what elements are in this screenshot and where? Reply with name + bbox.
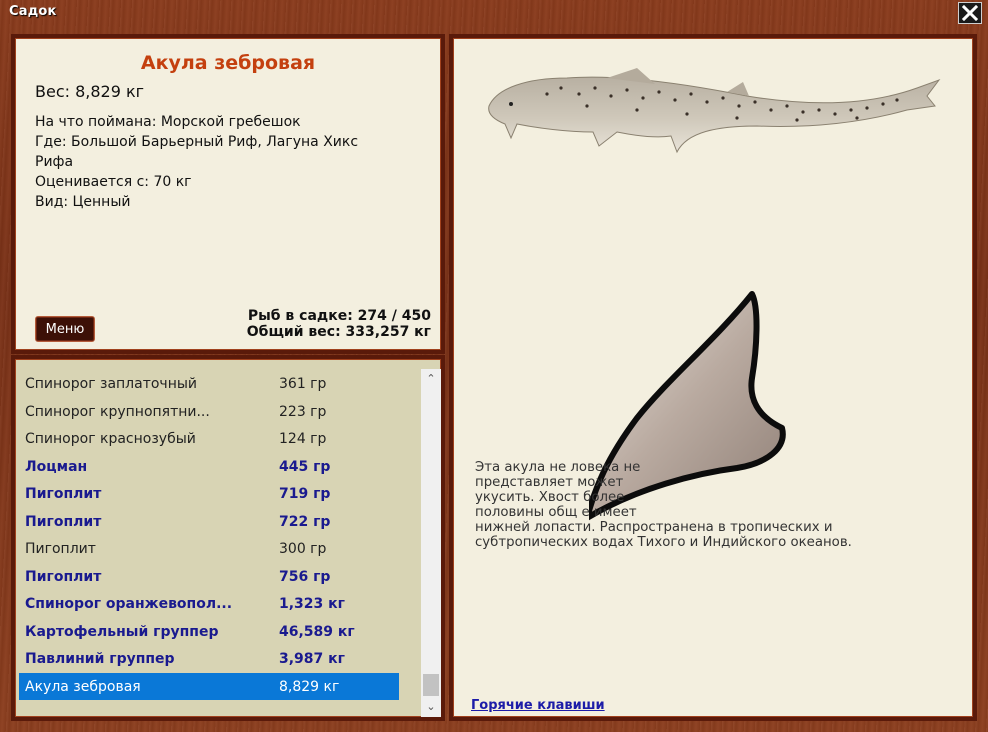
fish-weight-cell: 719 гр [279, 486, 331, 502]
description-line: Эта акула не ловека не [475, 460, 641, 475]
fish-weight: Вес: 8,829 кг [35, 82, 145, 101]
window-title: Садок [9, 4, 57, 19]
list-item[interactable]: Акула зебровая 8,829 кг [19, 672, 399, 700]
list-item[interactable]: Спинорог краснозубый 124 гр [19, 425, 399, 453]
fish-weight-cell: 3,987 кг [279, 651, 345, 667]
scrollbar-thumb[interactable] [423, 674, 439, 696]
scroll-up-button[interactable]: ⌃ [421, 369, 441, 389]
close-button[interactable] [958, 2, 982, 24]
bait-line: На что поймана: Морской гребешок [35, 114, 301, 130]
fish-description: Эта акула не ловека не представляет может… [475, 460, 943, 550]
fish-weight-cell: 722 гр [279, 513, 331, 530]
list-item[interactable]: Пигоплит 756 гр [19, 563, 399, 591]
valued-from-line: Оценивается с: 70 кг [35, 174, 192, 190]
list-item[interactable]: Спинорог крупнопятни... 223 гр [19, 398, 399, 426]
fish-name-cell: Пигоплит [25, 541, 96, 557]
fish-weight-cell: 756 гр [279, 568, 331, 585]
fish-name: Акула зебровая [140, 52, 316, 74]
description-line: половины общ е имеет [475, 505, 637, 520]
fish-name-cell: Спинорог заплаточный [25, 376, 198, 392]
list-item[interactable]: Пигоплит 722 гр [19, 508, 399, 536]
hotkeys-link[interactable]: Горячие клавиши [471, 698, 605, 713]
menu-button[interactable]: Меню [35, 316, 95, 342]
description-line: субтропических водах Тихого и Индийского… [475, 535, 852, 550]
fish-list: Спинорог заплаточный 361 гр Спинорог крупн… [19, 370, 399, 700]
description-line: представляет может [475, 475, 624, 490]
close-icon [962, 5, 978, 21]
fish-name-cell: Спинорог краснозубый [25, 431, 196, 447]
fish-name-cell: Спинорог оранжевопол... [25, 596, 233, 612]
list-item[interactable]: Павлиний группер 3,987 кг [19, 645, 399, 673]
total-weight: Общий вес: 333,257 кг [246, 324, 431, 340]
description-line: нижней лопасти. Распространена в тропиче… [475, 520, 833, 535]
fish-weight-cell: 223 гр [279, 403, 327, 420]
fish-count: Рыб в садке: 274 / 450 [247, 308, 431, 324]
location-line-cont: Рифа [35, 154, 74, 170]
keep-totals: Рыб в садке: 274 / 450 Общий вес: 333,25… [247, 308, 431, 340]
fish-properties: На что поймана: Морской гребешок Где: Бо… [35, 112, 415, 212]
fish-weight-cell: 445 гр [279, 458, 331, 475]
fish-weight-cell: 361 гр [279, 376, 327, 392]
fish-name-cell: Лоцман [25, 458, 88, 475]
description-line: укусить. Хвост более [475, 490, 625, 505]
chevron-down-icon: ⌄ [426, 700, 436, 713]
fish-detail-panel: Эта акула не ловека не представляет может… [449, 34, 977, 721]
fish-name-cell: Пигоплит [25, 568, 102, 585]
fish-name-cell: Картофельный группер [25, 623, 219, 640]
title-bar: Садок [0, 0, 988, 26]
list-item[interactable]: Спинорог оранжевопол... 1,323 кг [19, 590, 399, 618]
location-line: Где: Большой Барьерный Риф, Лагуна Хикс [35, 134, 359, 150]
list-scrollbar[interactable]: ⌃ ⌄ [421, 369, 441, 717]
fish-name-cell: Пигоплит [25, 513, 102, 530]
list-item[interactable]: Спинорог заплаточный 361 гр [19, 370, 399, 398]
fish-weight-cell: 46,589 кг [279, 623, 355, 640]
scroll-down-button[interactable]: ⌄ [421, 697, 441, 717]
fish-weight-cell: 1,323 кг [279, 596, 345, 612]
fish-weight-cell: 8,829 кг [279, 678, 340, 695]
fish-name-cell: Пигоплит [25, 486, 102, 502]
list-item[interactable]: Пигоплит 719 гр [19, 480, 399, 508]
fish-image [488, 68, 941, 154]
list-item[interactable]: Лоцман 445 гр [19, 453, 399, 481]
fish-weight-cell: 300 гр [279, 541, 327, 557]
list-item[interactable]: Картофельный группер 46,589 кг [19, 618, 399, 646]
fish-name-cell: Акула зебровая [25, 678, 141, 695]
fish-list-panel: Спинорог заплаточный 361 гр Спинорог крупн… [11, 355, 445, 721]
fish-name-cell: Спинорог крупнопятни... [25, 403, 210, 420]
chevron-up-icon: ⌃ [426, 372, 436, 385]
fish-info-panel: Акула зебровая Вес: 8,829 кг На что пойм… [11, 34, 445, 354]
fish-weight-cell: 124 гр [279, 431, 327, 447]
kind-line: Вид: Ценный [35, 194, 131, 210]
list-item[interactable]: Пигоплит 300 гр [19, 535, 399, 563]
fish-name-cell: Павлиний группер [25, 651, 175, 667]
